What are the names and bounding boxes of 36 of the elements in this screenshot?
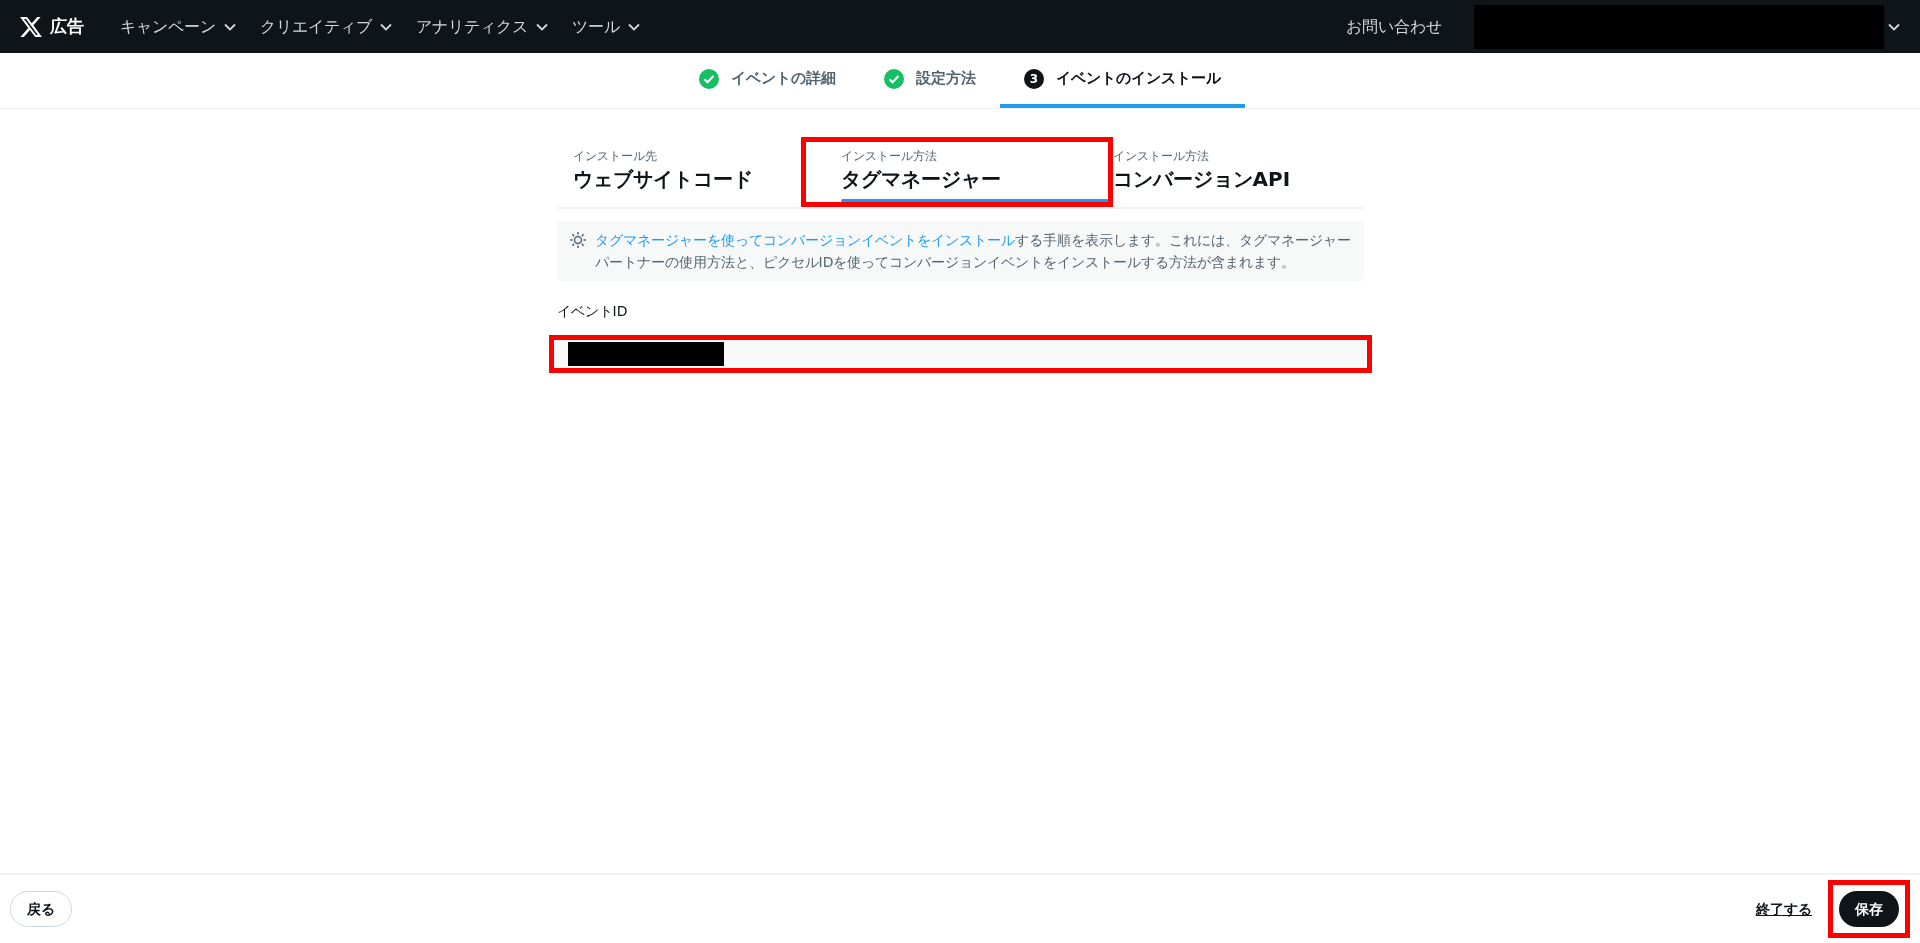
chevron-down-icon — [380, 22, 392, 31]
step-tab[interactable]: 3 イベントのインストール — [1000, 53, 1245, 108]
brand-label: 広告 — [50, 14, 84, 38]
step-label: イベントの詳細 — [731, 68, 836, 90]
tab-caption: インストール方法 — [1112, 148, 1210, 165]
tab-caption: インストール方法 — [840, 148, 938, 165]
nav-menu[interactable]: キャンペーン — [108, 14, 248, 39]
info-text: タグマネージャーを使ってコンバージョンイベントをインストールする手順を表示します。これには、タグマネージャーパートナーの使用方法と、ピクセルIDを使ってコンバージョンイベントをインストールする方法が含まれます。 — [594, 231, 1352, 272]
check-circle-icon — [884, 68, 904, 89]
chevron-down-icon — [536, 22, 548, 31]
chevron-down-icon — [224, 22, 236, 31]
finish-link[interactable]: 終了する — [1756, 898, 1812, 920]
step-number: 3 — [1024, 68, 1044, 89]
nav-menu[interactable]: ツール — [560, 14, 652, 39]
install-tab[interactable]: インストール先 ウェブサイトコード — [556, 137, 801, 207]
nav-menu[interactable]: アナリティクス — [404, 14, 560, 39]
install-tab[interactable]: インストール方法 タグマネージャー — [800, 137, 1113, 207]
check-circle-icon — [699, 68, 719, 89]
tab-title: ウェブサイトコード — [572, 166, 754, 193]
save-button[interactable]: 保存 — [1839, 891, 1899, 927]
event-id-label: イベントID — [556, 302, 628, 321]
install-tab[interactable]: インストール方法 コンバージョンAPI — [1112, 137, 1291, 207]
chevron-down-icon — [628, 22, 640, 31]
lightbulb-sun-icon — [568, 231, 587, 249]
event-id-field[interactable] — [548, 335, 1372, 373]
nav-menu[interactable]: クリエイティブ — [248, 14, 404, 39]
tab-title: タグマネージャー — [840, 166, 1002, 193]
step-label: 設定方法 — [916, 68, 976, 90]
step-tab[interactable]: イベントの詳細 — [675, 53, 860, 108]
tab-title: コンバージョンAPI — [1112, 166, 1291, 193]
step-label: イベントのインストール — [1056, 68, 1221, 90]
x-logo-icon[interactable] — [20, 16, 42, 37]
contact-link[interactable]: お問い合わせ — [1346, 14, 1442, 39]
tab-caption: インストール先 — [572, 148, 658, 165]
step-tab[interactable]: 設定方法 — [860, 53, 1000, 108]
chevron-down-icon — [1888, 22, 1900, 31]
